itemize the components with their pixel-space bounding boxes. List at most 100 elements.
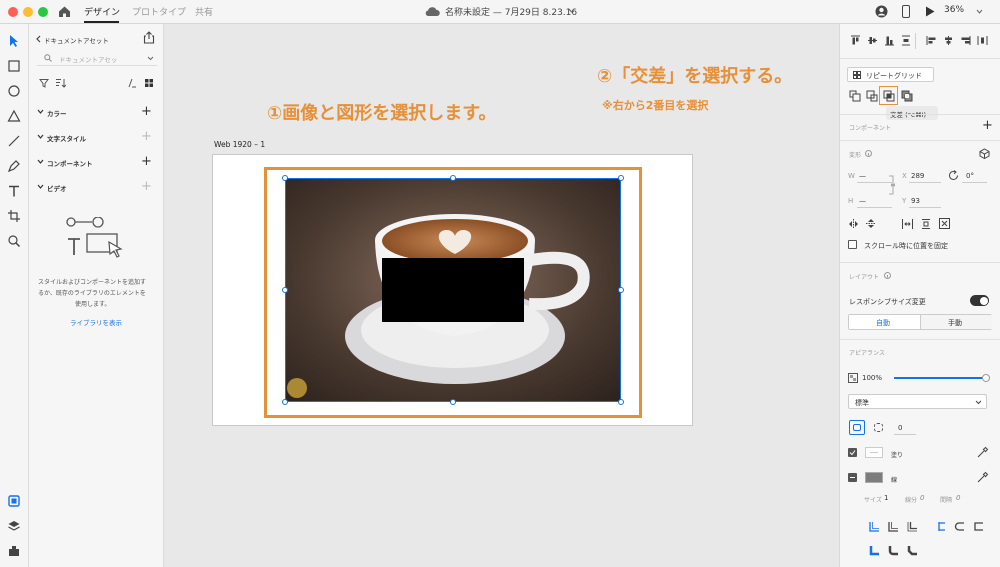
h-value[interactable]: — — [859, 197, 866, 205]
zoom-level[interactable]: 36% — [944, 5, 964, 15]
cap-square-icon[interactable] — [973, 521, 984, 532]
list-view-icon[interactable] — [127, 78, 136, 88]
blend-mode-select[interactable]: 標準 — [848, 394, 987, 409]
close-window-button[interactable] — [8, 7, 18, 17]
add-component-icon[interactable]: + — [982, 118, 993, 133]
distribute-horizontal-icon[interactable] — [977, 35, 988, 46]
distribute-spacing-icon[interactable] — [902, 219, 913, 229]
user-icon[interactable] — [875, 5, 888, 18]
resize-handle[interactable] — [282, 399, 288, 405]
flip-vertical-icon[interactable] — [866, 218, 876, 229]
stroke-inner-icon[interactable] — [869, 521, 880, 532]
info-icon[interactable] — [865, 150, 872, 157]
rotate-icon[interactable] — [948, 170, 959, 181]
y-value[interactable]: 93 — [911, 197, 920, 205]
resize-handle[interactable] — [282, 175, 288, 181]
fill-checkbox[interactable] — [848, 448, 857, 457]
w-value[interactable]: — — [859, 172, 866, 180]
search-chevron-icon[interactable] — [147, 56, 154, 61]
text-tool-icon[interactable] — [7, 184, 21, 198]
assets-section-character-styles[interactable]: 文字スタイル + — [29, 129, 164, 147]
auto-segment[interactable]: 自動 — [849, 315, 920, 329]
zoom-window-button[interactable] — [38, 7, 48, 17]
select-tool-icon[interactable] — [7, 34, 21, 48]
resize-handle[interactable] — [450, 399, 456, 405]
pen-tool-icon[interactable] — [7, 159, 21, 173]
join-bevel-icon[interactable] — [907, 545, 918, 556]
search-input[interactable]: ドキュメントアセッ — [59, 54, 117, 64]
align-bottom-icon[interactable] — [884, 35, 895, 46]
resize-handle[interactable] — [618, 399, 624, 405]
grid-view-icon[interactable] — [144, 78, 154, 88]
assets-section-video[interactable]: ビデオ + — [29, 179, 164, 197]
corner-radius-uniform-button[interactable] — [849, 420, 865, 435]
tab-design[interactable]: デザイン — [84, 5, 120, 18]
add-color-icon[interactable]: + — [141, 104, 152, 119]
fix-scroll-checkbox[interactable] — [848, 240, 857, 249]
share-icon[interactable] — [143, 31, 155, 44]
assets-section-colors[interactable]: カラー + — [29, 104, 164, 122]
add-style-icon[interactable]: + — [141, 129, 152, 144]
artboard-tool-icon[interactable] — [7, 209, 21, 223]
boolean-add-icon[interactable] — [849, 90, 861, 102]
assets-panel-icon[interactable] — [7, 494, 21, 508]
resize-handle[interactable] — [282, 287, 288, 293]
stroke-checkbox[interactable] — [848, 473, 857, 482]
x-value[interactable]: 289 — [911, 172, 924, 180]
resize-handle[interactable] — [618, 287, 624, 293]
join-miter-icon[interactable] — [869, 545, 880, 556]
cap-butt-icon[interactable] — [935, 521, 946, 532]
document-assets-title[interactable]: ドキュメントアセット — [44, 35, 109, 45]
sort-icon[interactable] — [55, 78, 66, 88]
boolean-subtract-icon[interactable] — [866, 90, 878, 102]
stroke-outer-icon[interactable] — [907, 521, 918, 532]
plugins-panel-icon[interactable] — [7, 544, 21, 558]
cap-round-icon[interactable] — [954, 521, 965, 532]
add-component-icon[interactable]: + — [141, 154, 152, 169]
resize-handle[interactable] — [450, 175, 456, 181]
stroke-swatch[interactable] — [865, 472, 883, 483]
align-right-icon[interactable] — [960, 35, 971, 46]
resize-handle[interactable] — [618, 175, 624, 181]
align-middle-icon[interactable] — [867, 35, 878, 46]
corner-radius-individual-button[interactable] — [871, 420, 887, 435]
fill-swatch[interactable] — [865, 447, 883, 458]
tab-prototype[interactable]: プロトタイプ — [132, 5, 186, 18]
corner-radius-value[interactable]: 0 — [898, 424, 902, 432]
gap-value[interactable]: 0 — [956, 494, 960, 502]
tab-share[interactable]: 共有 — [195, 5, 213, 18]
stroke-center-icon[interactable] — [888, 521, 899, 532]
minimize-window-button[interactable] — [23, 7, 33, 17]
rectangle-tool-icon[interactable] — [7, 59, 21, 73]
line-tool-icon[interactable] — [7, 134, 21, 148]
device-preview-icon[interactable] — [902, 5, 910, 18]
zoom-tool-icon[interactable] — [7, 234, 21, 248]
pixel-grid-icon[interactable] — [939, 218, 950, 229]
opacity-slider-thumb[interactable] — [982, 374, 990, 382]
show-library-link[interactable]: ライブラリを表示 — [70, 317, 122, 327]
play-icon[interactable] — [925, 6, 935, 17]
opacity-value[interactable]: 100% — [862, 374, 882, 382]
responsive-toggle[interactable] — [970, 295, 989, 306]
add-video-icon[interactable]: + — [141, 179, 152, 194]
layers-panel-icon[interactable] — [7, 519, 21, 533]
zoom-chevron-icon[interactable] — [976, 9, 983, 15]
align-left-icon[interactable] — [926, 35, 937, 46]
info-icon[interactable] — [884, 272, 891, 279]
align-center-icon[interactable] — [943, 35, 954, 46]
polygon-tool-icon[interactable] — [7, 109, 21, 123]
manual-segment[interactable]: 手動 — [921, 315, 992, 329]
artboard[interactable] — [212, 154, 693, 426]
back-chevron-icon[interactable] — [35, 35, 41, 43]
dash-value[interactable]: 0 — [920, 494, 924, 502]
stroke-eyedropper-icon[interactable] — [977, 471, 989, 483]
boolean-exclude-icon[interactable] — [901, 90, 913, 102]
home-icon[interactable] — [58, 5, 71, 18]
3d-transform-icon[interactable] — [979, 148, 990, 159]
join-round-icon[interactable] — [888, 545, 899, 556]
boolean-intersect-icon[interactable] — [883, 90, 895, 102]
distribute-vertical-icon[interactable] — [901, 35, 911, 46]
assets-section-components[interactable]: コンポーネント + — [29, 154, 164, 172]
eyedropper-icon[interactable] — [977, 446, 989, 458]
align-to-artboard-icon[interactable] — [921, 219, 931, 229]
